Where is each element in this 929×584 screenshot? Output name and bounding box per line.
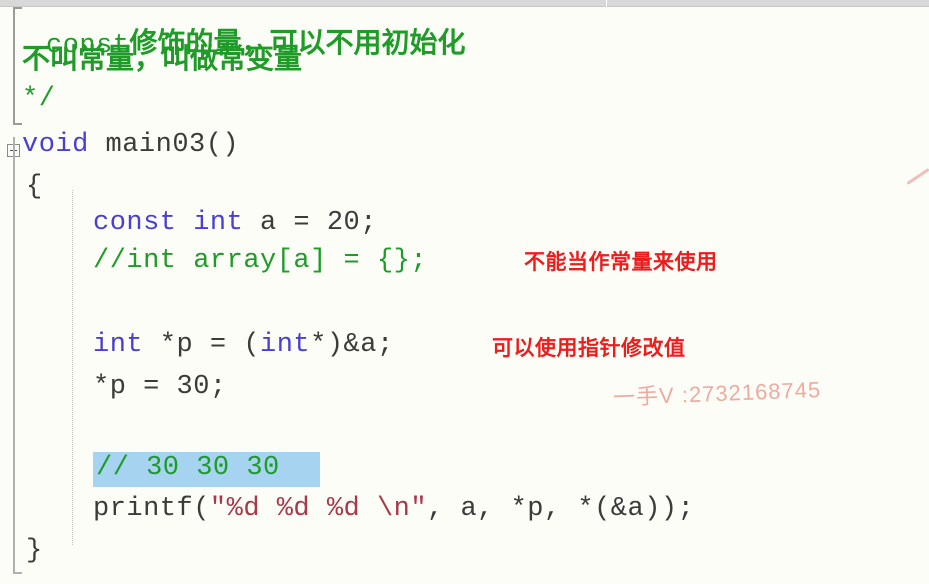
code-text-layer: const修饰的量，可以不用初始化 不叫常量，叫做常变量 */ void mai… [0, 0, 929, 584]
keyword-void: void [22, 130, 89, 160]
code-line-pointer-assign: *p = 30; [93, 372, 227, 402]
keyword-int-pointer: int [93, 330, 144, 360]
code-line-comment-end: */ [22, 84, 56, 114]
printf-format-string: %d %d %d \n [226, 494, 411, 524]
printf-arguments: , a, *p, *(&a)); [427, 494, 695, 524]
code-line-pointer-decl: int *p = (int*)&a; [93, 330, 394, 360]
code-line-function-signature: void main03() [22, 130, 239, 160]
printf-call-open: printf( [93, 494, 210, 524]
annotation-pointer-can-modify: 可以使用指针修改值 [492, 337, 686, 360]
code-editor-surface[interactable]: const修饰的量，可以不用初始化 不叫常量，叫做常变量 */ void mai… [0, 0, 929, 584]
code-line-printf: printf("%d %d %d \n", a, *p, *(&a)); [93, 494, 694, 524]
code-line-const-decl: const int a = 20; [93, 208, 377, 238]
annotation-not-a-constant: 不能当作常量来使用 [524, 251, 718, 274]
pointer-decl-part-b: *)&a; [310, 330, 394, 360]
code-line-result-comment[interactable]: // 30 30 30 [96, 453, 280, 483]
function-name-main03: main03() [88, 130, 240, 160]
keyword-int-cast: int [260, 330, 311, 360]
keyword-const-int: const int [93, 208, 244, 238]
pointer-decl-part-a: *p = ( [143, 330, 261, 360]
const-decl-rest: a = 20; [243, 208, 377, 238]
printf-quote-open: " [209, 494, 227, 524]
code-line-brace-close: } [26, 536, 43, 566]
code-line-comment-2: 不叫常量，叫做常变量 [22, 43, 303, 74]
code-line-commented-array: //int array[a] = {}; [93, 246, 428, 276]
printf-quote-close: " [410, 494, 428, 524]
code-line-brace-open: { [26, 172, 43, 202]
